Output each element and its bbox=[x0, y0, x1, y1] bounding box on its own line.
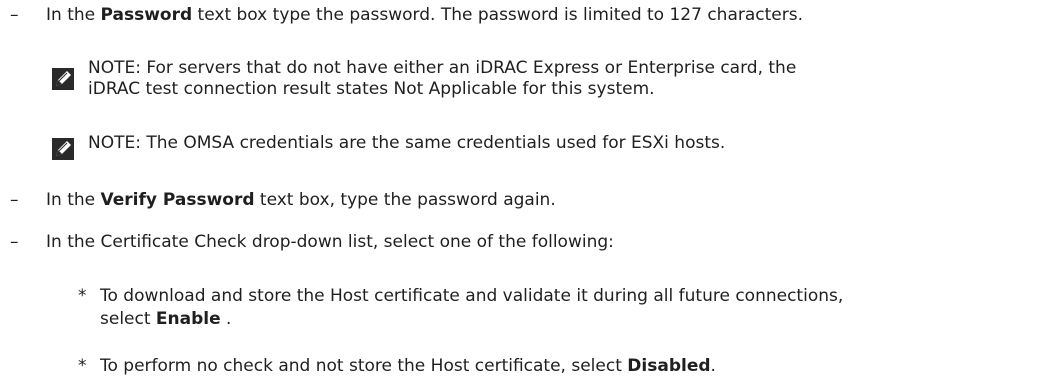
list-marker: – bbox=[10, 232, 19, 252]
note-text: For servers that do not have either an i… bbox=[140, 58, 797, 78]
note-text-continued: iDRAC test connection result states Not … bbox=[88, 79, 655, 99]
note-line-1: NOTE: The OMSA credentials are the same … bbox=[88, 133, 725, 153]
subitem-line-1: To download and store the Host certifica… bbox=[100, 286, 844, 306]
bold-term: Verify Password bbox=[100, 190, 255, 210]
sub-marker: * bbox=[78, 286, 87, 306]
note-line-2: iDRAC test connection result states Not … bbox=[88, 79, 655, 99]
note-text: The OMSA credentials are the same creden… bbox=[140, 133, 726, 153]
text-pre: select bbox=[100, 309, 156, 329]
text-pre: To perform no check and not store the Ho… bbox=[100, 356, 628, 376]
bold-term: Password bbox=[100, 5, 193, 25]
text-pre: In the bbox=[46, 190, 101, 210]
text-post: . bbox=[220, 309, 232, 329]
text-post: text box, type the password again. bbox=[254, 190, 556, 210]
note-label: NOTE: bbox=[88, 58, 141, 78]
list-item-text: In the Password text box type the passwo… bbox=[46, 5, 803, 25]
subitem-line-1: To perform no check and not store the Ho… bbox=[100, 356, 716, 376]
list-marker: – bbox=[10, 5, 19, 25]
bold-term: Disabled bbox=[627, 356, 711, 376]
pencil-note-icon bbox=[52, 138, 74, 160]
sub-marker: * bbox=[78, 356, 87, 376]
note-line-1: NOTE: For servers that do not have eithe… bbox=[88, 58, 796, 78]
bold-term: Enable bbox=[155, 309, 221, 329]
text-post: text box type the password. The password… bbox=[192, 5, 804, 25]
pencil-note-icon bbox=[52, 68, 74, 90]
list-item-text: In the Certificate Check drop-down list,… bbox=[46, 232, 614, 252]
text-post: . bbox=[710, 356, 716, 376]
text-pre: In the bbox=[46, 5, 101, 25]
list-item-text: In the Verify Password text box, type th… bbox=[46, 190, 556, 210]
list-marker: – bbox=[10, 190, 19, 210]
document: – In the Password text box type the pass… bbox=[0, 0, 1046, 385]
subitem-line-2: select Enable . bbox=[100, 309, 231, 329]
note-label: NOTE: bbox=[88, 133, 141, 153]
